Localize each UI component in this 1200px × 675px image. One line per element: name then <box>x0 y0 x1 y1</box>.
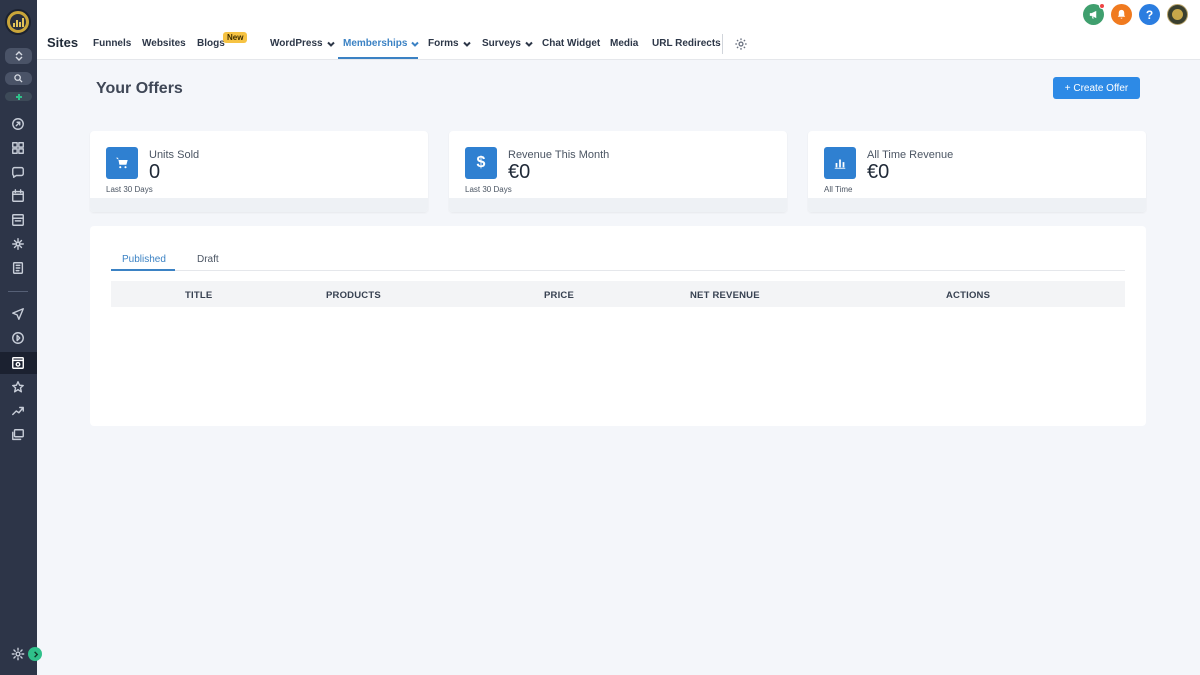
chevron-down-icon <box>326 40 335 48</box>
payments-icon[interactable] <box>9 259 27 277</box>
offers-panel: Published Draft TITLE PRODUCTS PRICE NET… <box>90 226 1146 426</box>
gear-icon[interactable] <box>734 37 748 51</box>
new-badge: New <box>223 32 248 43</box>
stat-card-revenue-month: $ Revenue This Month €0 Last 30 Days <box>449 131 787 212</box>
reputation-icon[interactable] <box>9 378 27 396</box>
offers-table-header: TITLE PRODUCTS PRICE NET REVENUE ACTIONS <box>111 281 1125 307</box>
nav-divider <box>722 34 723 54</box>
stat-period: All Time <box>824 185 853 194</box>
tab-media[interactable]: Media <box>610 38 638 49</box>
sites-icon[interactable] <box>9 354 27 372</box>
tab-funnels[interactable]: Funnels <box>93 38 131 49</box>
offer-status-tabs: Published Draft <box>111 252 1125 271</box>
opportunities-icon[interactable] <box>9 235 27 253</box>
tab-wordpress[interactable]: WordPress <box>270 38 335 49</box>
search-icon <box>14 74 23 83</box>
tab-memberships[interactable]: Memberships <box>343 38 420 49</box>
tab-url-redirects[interactable]: URL Redirects <box>652 38 721 49</box>
stat-period: Last 30 Days <box>465 185 512 194</box>
sidebar-divider <box>8 291 28 292</box>
stat-period: Last 30 Days <box>106 185 153 194</box>
plus-icon <box>15 93 22 100</box>
bell-icon <box>1117 9 1126 19</box>
reporting-icon[interactable] <box>9 402 27 420</box>
chevron-down-icon <box>462 40 471 48</box>
stat-label: All Time Revenue <box>867 149 954 161</box>
stat-label: Units Sold <box>149 149 200 161</box>
chevron-right-icon <box>33 650 38 658</box>
stat-value: 0 <box>149 161 161 183</box>
automation-icon[interactable] <box>9 329 27 347</box>
notifications-button[interactable] <box>1111 4 1132 25</box>
stat-value: €0 <box>867 161 890 183</box>
tab-published[interactable]: Published <box>122 254 166 265</box>
company-logo[interactable] <box>5 9 31 35</box>
location-switcher[interactable] <box>5 48 32 64</box>
help-icon: ? <box>1145 7 1154 22</box>
calendar-icon[interactable] <box>9 187 27 205</box>
help-button[interactable]: ? <box>1139 4 1160 25</box>
active-tab-indicator <box>338 57 418 59</box>
stat-card-all-time-revenue: All Time Revenue €0 All Time <box>808 131 1146 212</box>
active-tab-indicator <box>111 269 175 271</box>
column-header-price[interactable]: PRICE <box>544 290 574 301</box>
expand-sidebar-button[interactable] <box>28 647 42 661</box>
column-header-actions[interactable]: ACTIONS <box>946 290 990 301</box>
column-header-title[interactable]: TITLE <box>185 290 212 301</box>
stat-card-units-sold: Units Sold 0 Last 30 Days <box>90 131 428 212</box>
launchpad-icon[interactable] <box>9 115 27 133</box>
settings-icon[interactable] <box>9 645 27 663</box>
quick-add-button[interactable] <box>5 92 32 101</box>
tab-draft[interactable]: Draft <box>197 254 219 265</box>
avatar[interactable] <box>1167 4 1188 25</box>
contacts-icon[interactable] <box>9 211 27 229</box>
conversations-icon[interactable] <box>9 163 27 181</box>
search-button[interactable] <box>5 72 32 85</box>
cart-icon <box>106 147 138 179</box>
chevron-down-icon <box>411 40 420 48</box>
bar-chart-icon <box>824 147 856 179</box>
tab-surveys[interactable]: Surveys <box>482 38 533 49</box>
column-header-products[interactable]: PRODUCTS <box>326 290 381 301</box>
section-title: Sites <box>47 35 79 50</box>
tab-forms[interactable]: Forms <box>428 38 471 49</box>
column-header-net-revenue[interactable]: NET REVENUE <box>690 290 760 301</box>
dashboard-icon[interactable] <box>9 139 27 157</box>
chevron-down-icon <box>525 40 533 48</box>
announcements-button[interactable] <box>1083 3 1105 25</box>
tab-chat-widget[interactable]: Chat Widget <box>542 38 600 49</box>
notification-dot <box>1099 3 1105 9</box>
dollar-icon: $ <box>465 147 497 179</box>
megaphone-icon <box>1089 10 1097 19</box>
tab-blogs[interactable]: Blogs <box>197 38 225 49</box>
tab-websites[interactable]: Websites <box>142 38 186 49</box>
sidebar <box>0 0 42 675</box>
app-marketplace-icon[interactable] <box>9 426 27 444</box>
stat-value: €0 <box>508 161 531 183</box>
page-title: Your Offers <box>96 80 183 97</box>
top-navigation: Sites Funnels Websites Blogs New WordPre… <box>37 0 1200 60</box>
stat-label: Revenue This Month <box>508 149 610 161</box>
create-offer-button[interactable]: + Create Offer <box>1053 77 1140 99</box>
marketing-icon[interactable] <box>9 305 27 323</box>
